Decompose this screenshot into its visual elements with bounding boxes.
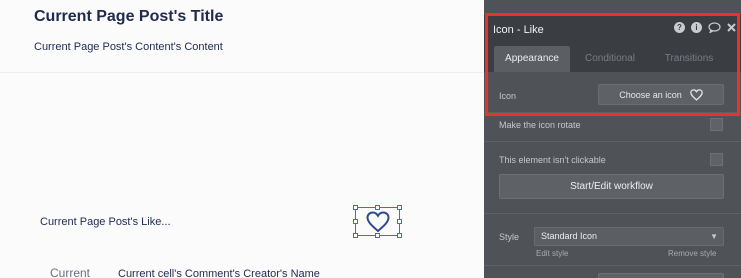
resize-handle-w[interactable] [353, 219, 358, 224]
close-icon[interactable] [727, 23, 736, 32]
choose-icon-label: Choose an icon [619, 89, 682, 100]
page-title-text[interactable]: Current Page Post's Title [34, 8, 223, 26]
not-clickable-checkbox[interactable] [710, 153, 723, 166]
chevron-down-icon: ▼ [710, 232, 718, 241]
row-separator [484, 213, 741, 214]
panel-header[interactable]: Icon - Like ? i [484, 14, 741, 46]
panel-title: Icon - Like [493, 24, 544, 36]
info-icon[interactable]: i [691, 22, 702, 33]
tab-transitions[interactable]: Transitions [654, 46, 724, 72]
rotate-label: Make the icon rotate [499, 120, 581, 130]
comment-icon[interactable] [708, 22, 721, 33]
like-icon-element[interactable] [353, 205, 402, 238]
edit-style-link[interactable]: Edit style [536, 249, 568, 258]
start-edit-workflow-button[interactable]: Start/Edit workflow [499, 174, 724, 199]
remove-style-link[interactable]: Remove style [668, 249, 716, 258]
resize-handle-nw[interactable] [353, 205, 358, 210]
rotate-checkbox[interactable] [710, 118, 723, 131]
panel-bottom-button[interactable] [598, 273, 724, 278]
comment-creator-name[interactable]: Current cell's Comment's Creator's Name [118, 268, 320, 278]
resize-handle-s[interactable] [375, 233, 380, 238]
resize-handle-e[interactable] [397, 219, 402, 224]
canvas-divider [0, 72, 484, 73]
heart-icon [365, 210, 390, 232]
style-dropdown[interactable]: Standard Icon ▼ [534, 227, 724, 246]
panel-header-icons: ? i [674, 22, 736, 33]
row-separator [484, 265, 741, 266]
like-count-text[interactable]: Current Page Post's Like... [40, 216, 171, 228]
panel-tabs: Appearance Conditional Transitions [484, 46, 741, 72]
choose-icon-button[interactable]: Choose an icon [598, 84, 724, 105]
heart-icon [689, 88, 703, 101]
comment-label[interactable]: Current [50, 266, 90, 278]
row-separator [484, 112, 741, 113]
clickable-label: This element isn't clickable [499, 155, 606, 165]
resize-handle-se[interactable] [397, 233, 402, 238]
editor-canvas[interactable]: Current Page Post's Title Current Page P… [0, 0, 484, 278]
resize-handle-ne[interactable] [397, 205, 402, 210]
style-dropdown-value: Standard Icon [541, 231, 598, 241]
page-content-text[interactable]: Current Page Post's Content's Content [34, 41, 223, 53]
tab-appearance[interactable]: Appearance [494, 46, 570, 72]
resize-handle-sw[interactable] [353, 233, 358, 238]
help-icon[interactable]: ? [674, 22, 685, 33]
tab-conditional[interactable]: Conditional [574, 46, 646, 72]
resize-handle-n[interactable] [375, 205, 380, 210]
style-row-label: Style [499, 232, 520, 242]
icon-row-label: Icon [499, 91, 517, 101]
row-separator [484, 141, 741, 142]
